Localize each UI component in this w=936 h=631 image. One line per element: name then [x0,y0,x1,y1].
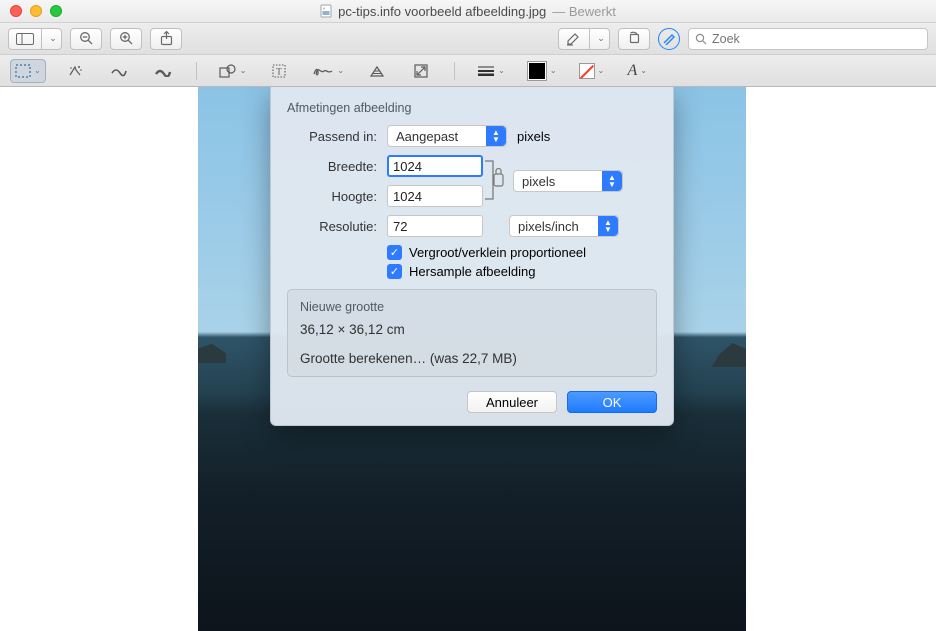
resolution-unit-value: pixels/inch [518,219,579,234]
resample-checkbox[interactable]: ✓ [387,264,402,279]
select-arrows-icon: ▲▼ [598,216,618,236]
resample-check-row: ✓ Hersample afbeelding [387,264,657,279]
aspect-lock-bracket [483,155,505,205]
dialog-buttons: Annuleer OK [287,391,657,413]
view-mode-group: ⌄ [8,28,62,50]
zoom-window-icon[interactable] [50,5,62,17]
section-dimensions-label: Afmetingen afbeelding [287,101,657,115]
traffic-lights [0,5,62,17]
wh-row: Breedte: Hoogte: pixels ▲▼ [287,155,657,207]
markup-toggle-button[interactable] [658,28,680,50]
rotate-button[interactable] [618,28,650,50]
sketch-tool-button[interactable] [104,59,134,83]
proportional-check-row: ✓ Vergroot/verklein proportioneel [387,245,657,260]
border-color-button[interactable]: ⌄ [523,59,561,83]
width-input[interactable] [387,155,483,177]
sidebar-menu-button[interactable]: ⌄ [42,28,62,50]
cancel-button[interactable]: Annuleer [467,391,557,413]
toolbar-primary: ⌄ ⌄ [0,23,936,55]
select-arrows-icon: ▲▼ [602,171,622,191]
search-field[interactable] [688,28,928,50]
title-filename: pc-tips.info voorbeeld afbeelding.jpg [338,4,546,19]
fit-unit-label: pixels [517,129,550,144]
resolution-input[interactable] [387,215,483,237]
width-label: Breedte: [287,159,377,174]
proportional-checkbox[interactable]: ✓ [387,245,402,260]
wh-unit-select[interactable]: pixels ▲▼ [513,170,623,192]
shapes-button[interactable]: ⌄ [215,59,251,83]
separator [196,62,197,80]
resolution-label: Resolutie: [287,219,377,234]
select-arrows-icon: ▲▼ [486,126,506,146]
fit-row: Passend in: Aangepast ▲▼ pixels [287,125,657,147]
height-label: Hoogte: [287,189,377,204]
wh-unit-value: pixels [522,174,555,189]
calc-text: Grootte berekenen… (was 22,7 MB) [300,351,644,366]
search-icon [695,33,707,45]
text-tool-button[interactable]: T [264,59,294,83]
new-size-header: Nieuwe grootte [300,300,644,314]
fill-color-button[interactable]: ⌄ [575,59,609,83]
fit-select[interactable]: Aangepast ▲▼ [387,125,507,147]
fit-value: Aangepast [396,129,458,144]
title-status: — Bewerkt [552,4,616,19]
titlebar: pc-tips.info voorbeeld afbeelding.jpg — … [0,0,936,23]
new-size-box: Nieuwe grootte 36,12 × 36,12 cm Grootte … [287,289,657,377]
draw-tool-button[interactable] [148,59,178,83]
adjust-color-button[interactable] [362,59,392,83]
close-window-icon[interactable] [10,5,22,17]
share-button[interactable] [150,28,182,50]
highlight-menu-button[interactable]: ⌄ [590,28,610,50]
fit-label: Passend in: [287,129,377,144]
sidebar-toggle-button[interactable] [8,28,42,50]
ok-button[interactable]: OK [567,391,657,413]
selection-tool-button[interactable]: ⌄ [10,59,46,83]
document-icon [320,4,332,18]
resolution-unit-select[interactable]: pixels/inch ▲▼ [509,215,619,237]
svg-text:T: T [277,67,283,77]
text-style-button[interactable]: A⌄ [622,59,652,83]
new-size-value: 36,12 × 36,12 cm [300,322,644,337]
minimize-window-icon[interactable] [30,5,42,17]
zoom-in-button[interactable] [110,28,142,50]
proportional-label: Vergroot/verklein proportioneel [409,245,586,260]
canvas-area: Afmetingen afbeelding Passend in: Aangep… [0,87,936,631]
search-input[interactable] [712,32,921,46]
resample-label: Hersample afbeelding [409,264,535,279]
highlight-button[interactable] [558,28,590,50]
instant-alpha-button[interactable] [60,59,90,83]
resolution-row: Resolutie: pixels/inch ▲▼ [287,215,657,237]
height-input[interactable] [387,185,483,207]
highlight-group: ⌄ [558,28,610,50]
zoom-out-button[interactable] [70,28,102,50]
adjust-size-button[interactable] [406,59,436,83]
resize-dialog: Afmetingen afbeelding Passend in: Aangep… [270,87,674,426]
border-weight-button[interactable]: ⌄ [473,59,509,83]
sign-button[interactable]: ⌄ [308,59,348,83]
toolbar-markup: ⌄ ⌄ T ⌄ ⌄ ⌄ ⌄ A⌄ [0,55,936,87]
separator [454,62,455,80]
window-title: pc-tips.info voorbeeld afbeelding.jpg — … [0,4,936,19]
